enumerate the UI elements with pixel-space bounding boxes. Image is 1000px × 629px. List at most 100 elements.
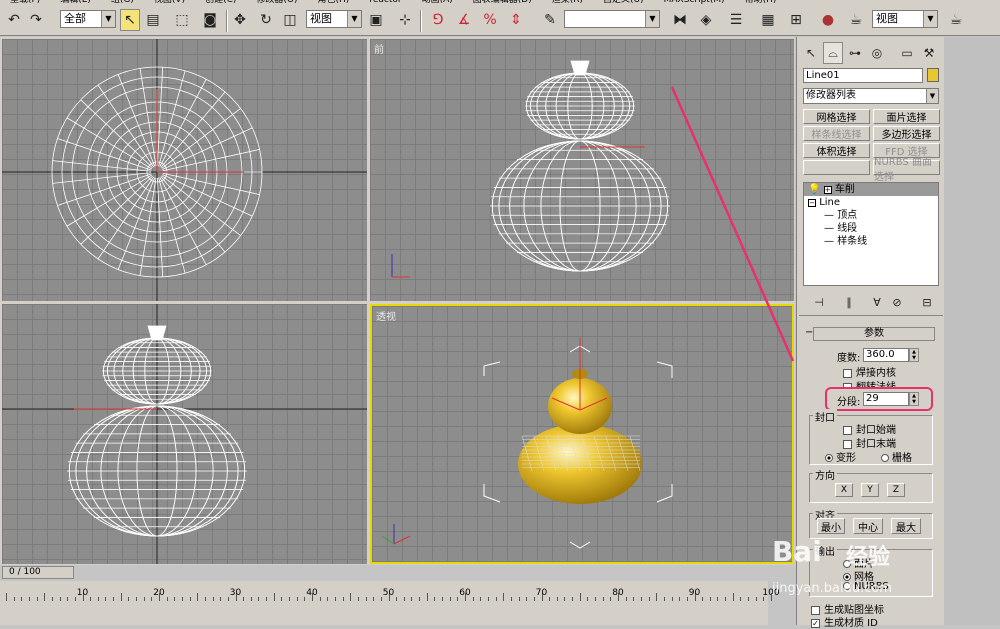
modifier-button[interactable] [803,160,870,175]
utilities-tab-icon[interactable]: ⚒ [919,42,939,64]
parameters-rollout-header[interactable]: 参数 [813,327,935,341]
configure-sets-icon[interactable]: ⊟ [917,291,937,313]
gen-mat-ids-checkbox[interactable]: ✓ 生成材质 ID [811,614,878,629]
menu-item[interactable]: 动画(A) [422,0,453,5]
pivot-center-icon[interactable]: ▣ [366,9,386,31]
degrees-spinner[interactable]: ▲ ▼ [909,348,919,362]
object-color-swatch[interactable] [927,68,939,82]
selection-filter-dropdown[interactable]: 全部 ▼ [60,10,116,28]
expand-icon[interactable]: + [823,186,832,194]
time-slider-thumb[interactable]: 0 / 100 [2,566,74,579]
modifier-button[interactable]: 网格选择 [803,109,870,124]
morph-radio[interactable]: 变形 [825,449,856,464]
spinner-snap-icon[interactable]: ⇕ [506,9,526,31]
reference-coord-dropdown[interactable]: 视图 ▼ [306,10,362,28]
grid-radio[interactable]: 栅格 [881,449,912,464]
stack-item-line[interactable]: − Line [804,196,938,209]
move-icon[interactable]: ✥ [230,9,250,31]
display-tab-icon[interactable]: ▭ [897,42,917,64]
mirror-icon[interactable]: ⧓ [670,9,690,31]
named-selection-dropdown[interactable]: ▼ [564,10,660,28]
menu-item[interactable]: 自定义(U) [603,0,644,5]
menu-item[interactable]: 视图(V) [154,0,185,5]
modifier-list-dropdown[interactable]: 修改器列表 ▼ [803,88,939,104]
modifier-button[interactable]: 体积选择 [803,143,870,158]
show-end-result-icon[interactable]: ∥ [839,291,859,313]
menu-item[interactable]: 图表编辑器(D) [473,0,532,5]
render-setup-icon[interactable]: ☕ [846,9,866,31]
modify-tab-icon[interactable]: ⌓ [823,42,843,64]
motion-tab-icon[interactable]: ◎ [867,42,887,64]
ruler-tick [342,597,344,601]
stack-sub-spline[interactable]: — 样条线 [804,235,938,248]
modifier-button[interactable]: 样条线选择 [803,126,870,141]
pin-stack-icon[interactable]: ⊣ [809,291,829,313]
edit-named-selection-icon[interactable]: ✎ [540,9,560,31]
stack-item-lathe[interactable]: 💡 + 车削 [804,183,938,196]
menu-item[interactable]: 编辑(E) [60,0,91,5]
angle-snap-icon[interactable]: ∡ [454,9,474,31]
cap-end-checkbox[interactable]: 封口末端 [843,435,896,450]
viewport-top[interactable] [2,39,367,301]
stack-sub-segment[interactable]: — 线段 [804,222,938,235]
object-name-field[interactable]: Line01 [803,68,923,83]
time-slider[interactable]: 0 / 100 [0,565,768,581]
align-center-button[interactable]: 中心 [853,518,883,534]
select-object-icon[interactable]: ↖ [120,9,140,31]
align-icon[interactable]: ◈ [696,9,716,31]
direction-x-button[interactable]: X [835,483,853,497]
layer-manager-icon[interactable]: ☰ [726,9,746,31]
hierarchy-tab-icon[interactable]: ⊶ [845,42,865,64]
ruler-tick [640,597,642,601]
menu-item[interactable]: 组(G) [111,0,134,5]
stack-sub-vertex[interactable]: — 顶点 [804,209,938,222]
undo-icon[interactable]: ↶ [4,9,24,31]
percent-snap-icon[interactable]: % [480,9,500,31]
rotate-icon[interactable]: ↻ [256,9,276,31]
modifier-button[interactable]: 多边形选择 [873,126,940,141]
degrees-input[interactable]: 360.0 [863,348,909,362]
quick-render-icon[interactable]: ☕ [946,9,966,31]
viewport-left[interactable] [2,304,367,564]
menu-item[interactable]: 渲染(R) [552,0,583,5]
schematic-view-icon[interactable]: ⊞ [786,9,806,31]
segments-spinner[interactable]: ▲ ▼ [909,392,919,406]
select-by-name-icon[interactable]: ▤ [143,9,163,31]
cap-start-checkbox[interactable]: 封口始端 [843,421,896,436]
align-min-button[interactable]: 最小 [817,518,845,534]
remove-modifier-icon[interactable]: ⊘ [887,291,907,313]
direction-z-button[interactable]: Z [887,483,905,497]
menu-item[interactable]: 修改器(O) [256,0,297,5]
segments-input[interactable]: 29 [863,392,909,406]
select-manipulate-icon[interactable]: ⊹ [395,9,415,31]
output-nurbs-radio[interactable]: NURBS [843,581,889,592]
weld-core-checkbox[interactable]: 焊接内核 [843,364,896,379]
viewport-perspective[interactable]: 透视 [370,304,794,564]
scale-icon[interactable]: ◫ [280,9,300,31]
ruler-tick [243,597,245,601]
rollout-collapse-icon[interactable]: − [805,327,813,338]
region-select-icon[interactable]: ⬚ [172,9,192,31]
align-max-button[interactable]: 最大 [891,518,921,534]
modifier-button[interactable]: NURBS 曲面选择 [873,157,940,183]
menu-item[interactable]: 重载(F) [10,0,40,5]
render-view-dropdown[interactable]: 视图 ▼ [872,10,938,28]
snap-toggle-icon[interactable]: ⅁ [428,9,448,31]
collapse-icon[interactable]: − [808,199,816,207]
direction-y-button[interactable]: Y [861,483,879,497]
create-tab-icon[interactable]: ↖ [801,42,821,64]
menu-item[interactable]: 帮助(H) [745,0,777,5]
menu-item[interactable]: 角色(H) [318,0,350,5]
redo-icon[interactable]: ↷ [26,9,46,31]
viewport-front[interactable]: 前 [370,39,794,301]
make-unique-icon[interactable]: ∀ [867,291,887,313]
menu-item[interactable]: MAXScript(M) [664,0,725,5]
menu-item[interactable]: reactor [369,0,401,5]
track-bar[interactable]: 10 20 30 40 50 60 70 80 90 100 [0,581,780,625]
menu-item[interactable]: 创建(C) [205,0,236,5]
curve-editor-icon[interactable]: ▦ [758,9,778,31]
window-crossing-icon[interactable]: ◙ [200,9,220,31]
modifier-stack[interactable]: 💡 + 车削 − Line — 顶点 — 线段 — 样条线 [803,182,939,286]
material-editor-icon[interactable]: ● [818,9,838,31]
modifier-button[interactable]: 面片选择 [873,109,940,124]
